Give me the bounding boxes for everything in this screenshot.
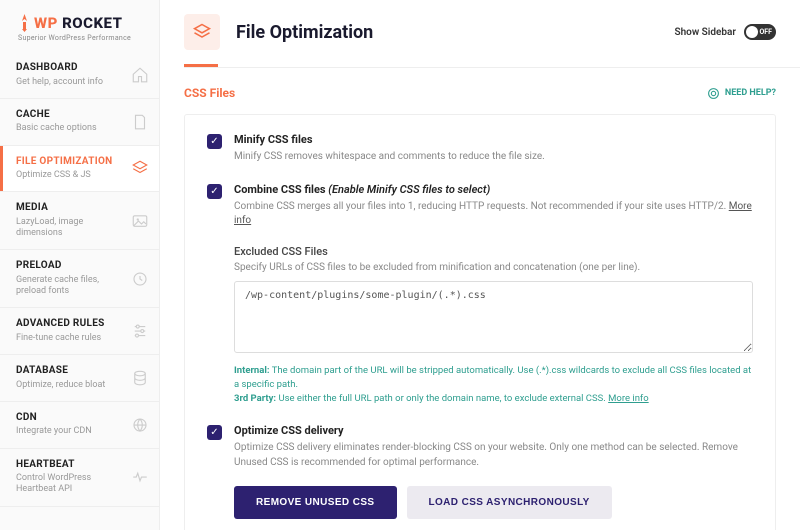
topbar: File Optimization Show Sidebar OFF	[160, 0, 800, 50]
rocket-logo-icon	[18, 14, 31, 32]
content-scroll[interactable]: CSS Files NEED HELP? ✓ Minify CSS files …	[160, 68, 800, 530]
nav-preload[interactable]: PRELOADGenerate cache files, preload fon…	[0, 250, 159, 308]
remove-unused-css-button[interactable]: REMOVE UNUSED CSS	[234, 486, 397, 519]
heartbeat-icon	[131, 468, 149, 486]
globe-icon	[131, 416, 149, 434]
section-title: CSS Files	[184, 86, 235, 100]
minify-css-field: ✓ Minify CSS files Minify CSS removes wh…	[207, 133, 753, 165]
minify-css-checkbox[interactable]: ✓	[207, 134, 222, 149]
css-files-panel: ✓ Minify CSS files Minify CSS removes wh…	[184, 114, 776, 530]
file-icon	[131, 113, 149, 131]
minify-css-desc: Minify CSS removes whitespace and commen…	[234, 150, 753, 165]
brand-logo: WP ROCKET Superior WordPress Performance	[0, 0, 159, 52]
excluded-hint: Internal: The domain part of the URL wil…	[234, 364, 753, 407]
combine-css-desc: Combine CSS merges all your files into 1…	[234, 200, 753, 229]
lifebuoy-icon	[707, 87, 720, 100]
layers-icon	[131, 159, 149, 177]
optimize-css-field: ✓ Optimize CSS delivery Optimize CSS del…	[207, 424, 753, 519]
nav-cdn[interactable]: CDNIntegrate your CDN	[0, 402, 159, 449]
nav-file-optimization[interactable]: FILE OPTIMIZATIONOptimize CSS & JS	[0, 146, 159, 193]
nav-cache[interactable]: CACHEBasic cache options	[0, 99, 159, 146]
load-css-async-button[interactable]: LOAD CSS ASYNCHRONOUSLY	[407, 486, 612, 519]
image-icon	[131, 212, 149, 230]
nav-heartbeat[interactable]: HEARTBEATControl WordPress Heartbeat API	[0, 449, 159, 507]
nav-advanced-rules[interactable]: ADVANCED RULESFine-tune cache rules	[0, 308, 159, 355]
clock-icon	[131, 270, 149, 288]
nav-database[interactable]: DATABASEOptimize, reduce bloat	[0, 355, 159, 402]
optimize-css-desc: Optimize CSS delivery eliminates render-…	[234, 441, 753, 470]
toggle-switch[interactable]: OFF	[744, 24, 776, 40]
optimize-css-title: Optimize CSS delivery	[234, 424, 753, 437]
page-title: File Optimization	[236, 22, 373, 43]
combine-css-checkbox[interactable]: ✓	[207, 184, 222, 199]
excluded-css-textarea[interactable]	[234, 281, 753, 353]
nav-dashboard[interactable]: DASHBOARDGet help, account info	[0, 52, 159, 99]
need-help-link[interactable]: NEED HELP?	[707, 87, 776, 100]
home-icon	[131, 66, 149, 84]
excluded-label: Excluded CSS Files	[234, 245, 753, 258]
optimize-css-checkbox[interactable]: ✓	[207, 425, 222, 440]
page-icon	[184, 14, 220, 50]
nav-list: DASHBOARDGet help, account info CACHEBas…	[0, 52, 159, 507]
hint-more-info-link[interactable]: More info	[608, 393, 649, 404]
combine-css-field: ✓ Combine CSS files (Enable Minify CSS f…	[207, 183, 753, 407]
nav-media[interactable]: MEDIALazyLoad, image dimensions	[0, 192, 159, 250]
combine-css-title: Combine CSS files (Enable Minify CSS fil…	[234, 183, 753, 196]
sliders-icon	[131, 322, 149, 340]
sidebar: WP ROCKET Superior WordPress Performance…	[0, 0, 160, 530]
database-icon	[131, 369, 149, 387]
show-sidebar-toggle[interactable]: Show Sidebar OFF	[674, 24, 776, 40]
excluded-desc: Specify URLs of CSS files to be excluded…	[234, 262, 753, 273]
layers-icon	[192, 22, 212, 42]
minify-css-title: Minify CSS files	[234, 133, 753, 146]
main-area: File Optimization Show Sidebar OFF CSS F…	[160, 0, 800, 530]
